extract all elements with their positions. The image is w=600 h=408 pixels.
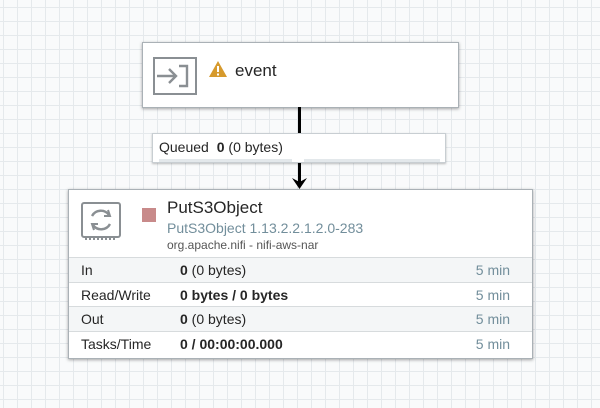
stats-time: 5 min — [475, 286, 510, 303]
stats-row-out: Out 0 (0 bytes) 5 min — [69, 306, 532, 331]
queued-size: (0 bytes) — [228, 139, 283, 155]
warning-triangle-icon[interactable] — [208, 60, 228, 78]
stats-row-tasks-time: Tasks/Time 0 / 00:00:00.000 5 min — [69, 330, 532, 356]
input-port[interactable]: event — [142, 42, 459, 108]
stats-row-read-write: Read/Write 0 bytes / 0 bytes 5 min — [69, 281, 532, 307]
queue-progress-bar-right — [304, 159, 440, 162]
processor-type: PutS3Object 1.13.2.2.1.2.0-283 — [167, 220, 364, 236]
processor-bundle: org.apache.nifi - nifi-aws-nar — [167, 238, 319, 252]
connection-line[interactable] — [298, 107, 301, 133]
processor-icon — [81, 202, 121, 240]
stats-row-in: In 0 (0 bytes) 5 min — [69, 257, 532, 282]
stats-label: In — [81, 262, 93, 278]
connection-label[interactable]: Queued 0 (0 bytes) — [152, 133, 446, 163]
stats-value: 0 (0 bytes) — [180, 311, 247, 327]
stats-value: 0 / 00:00:00.000 — [180, 335, 283, 352]
stats-label: Out — [81, 311, 104, 327]
queue-progress-bar-left — [159, 159, 292, 162]
stats-value: 0 (0 bytes) — [180, 262, 247, 278]
queued-text: Queued 0 (0 bytes) — [159, 139, 283, 155]
stats-value: 0 bytes / 0 bytes — [180, 286, 289, 303]
stats-time: 5 min — [475, 335, 510, 352]
input-port-name: event — [235, 61, 277, 80]
processor-stats: In 0 (0 bytes) 5 min Read/Write 0 bytes … — [69, 257, 532, 355]
stats-time: 5 min — [475, 311, 510, 327]
processor-name: PutS3Object — [167, 198, 263, 217]
stats-label: Tasks/Time — [81, 335, 152, 352]
input-port-icon — [153, 57, 197, 95]
stopped-icon[interactable] — [142, 208, 156, 222]
stats-label: Read/Write — [81, 286, 151, 303]
stats-time: 5 min — [475, 262, 510, 278]
processor[interactable]: PutS3Object PutS3Object 1.13.2.2.1.2.0-2… — [68, 189, 533, 359]
queued-count: 0 — [216, 139, 225, 155]
queued-label: Queued — [159, 139, 209, 155]
